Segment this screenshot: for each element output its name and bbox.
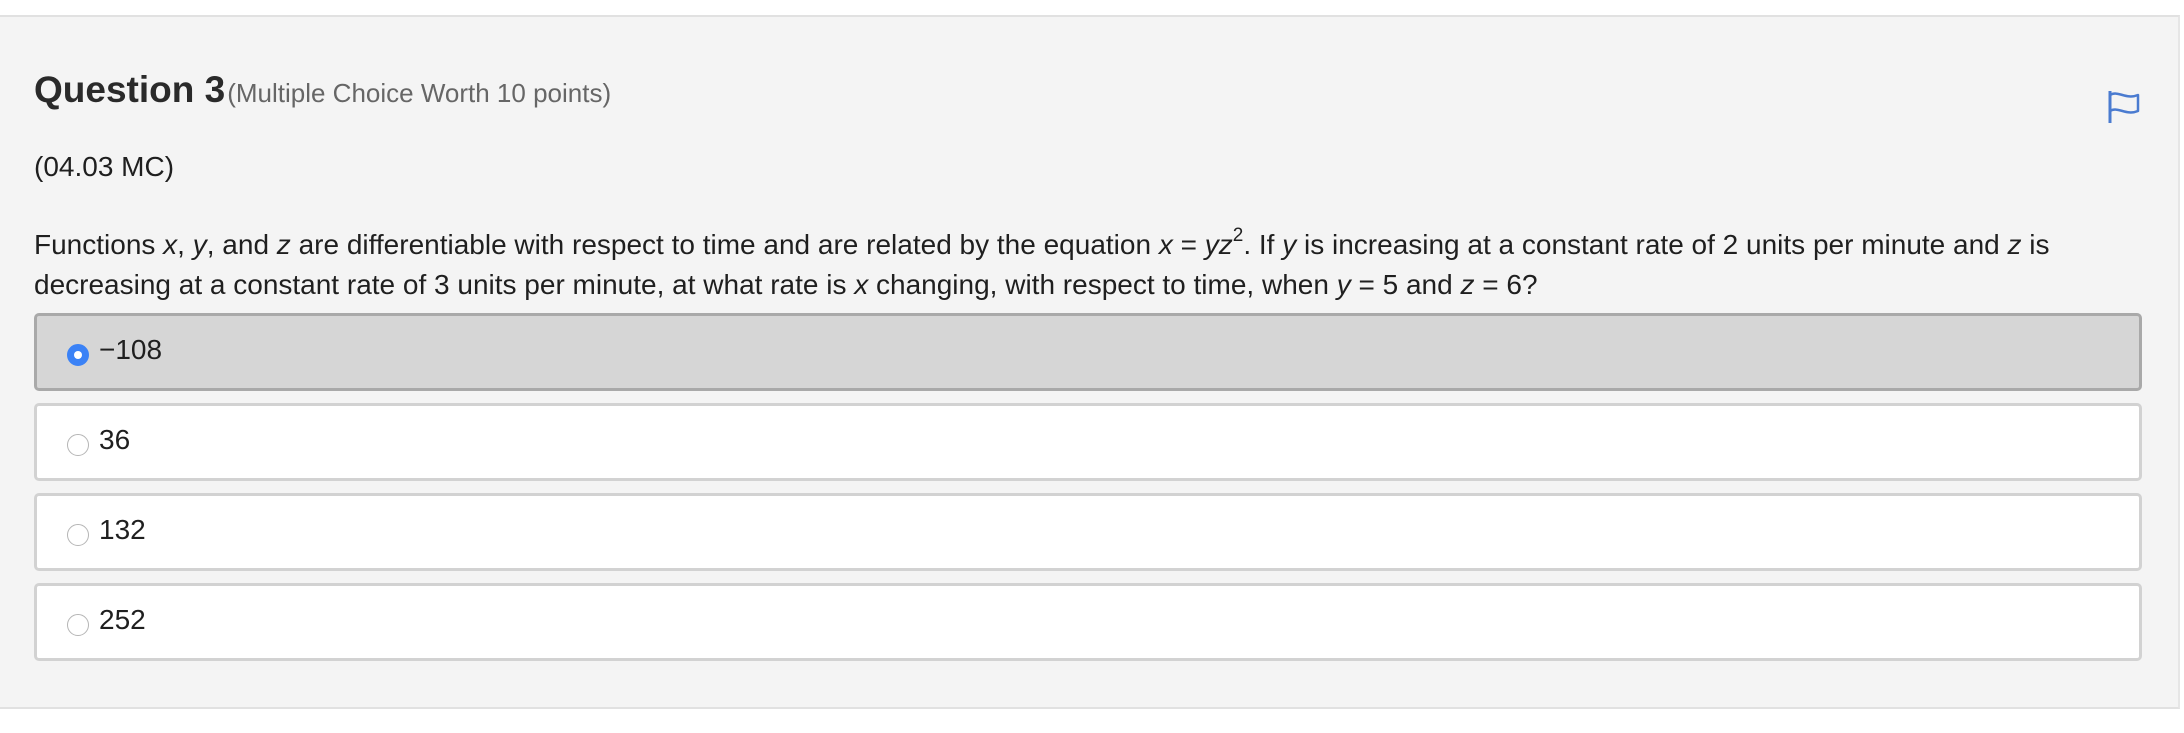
question-prompt: Functions x, y, and z are differentiable… — [34, 224, 2050, 300]
flag-question-button[interactable] — [2104, 87, 2144, 127]
question-code: (04.03 MC) — [34, 151, 175, 182]
answer-choice-3[interactable]: 132 — [34, 493, 2142, 571]
question-header: Question 3 (Multiple Choice Worth 10 poi… — [34, 69, 611, 115]
question-card: Question 3 (Multiple Choice Worth 10 poi… — [0, 15, 2180, 709]
answer-choice-label: −108 — [99, 334, 163, 365]
answer-choice-label: 252 — [99, 604, 146, 635]
question-title: Question 3 — [34, 69, 226, 110]
answer-choice-label: 36 — [99, 424, 131, 455]
answer-choice-2[interactable]: 36 — [34, 403, 2142, 481]
answer-choice-label: 132 — [99, 514, 146, 545]
answer-choice-4[interactable]: 252 — [34, 583, 2142, 661]
radio-button[interactable] — [67, 434, 89, 456]
flag-icon — [2108, 91, 2140, 123]
radio-button-selected[interactable] — [67, 344, 89, 366]
radio-button[interactable] — [67, 614, 89, 636]
question-points: (Multiple Choice Worth 10 points) — [227, 78, 612, 108]
radio-button[interactable] — [67, 524, 89, 546]
answer-choice-1[interactable]: −108 — [34, 313, 2142, 391]
